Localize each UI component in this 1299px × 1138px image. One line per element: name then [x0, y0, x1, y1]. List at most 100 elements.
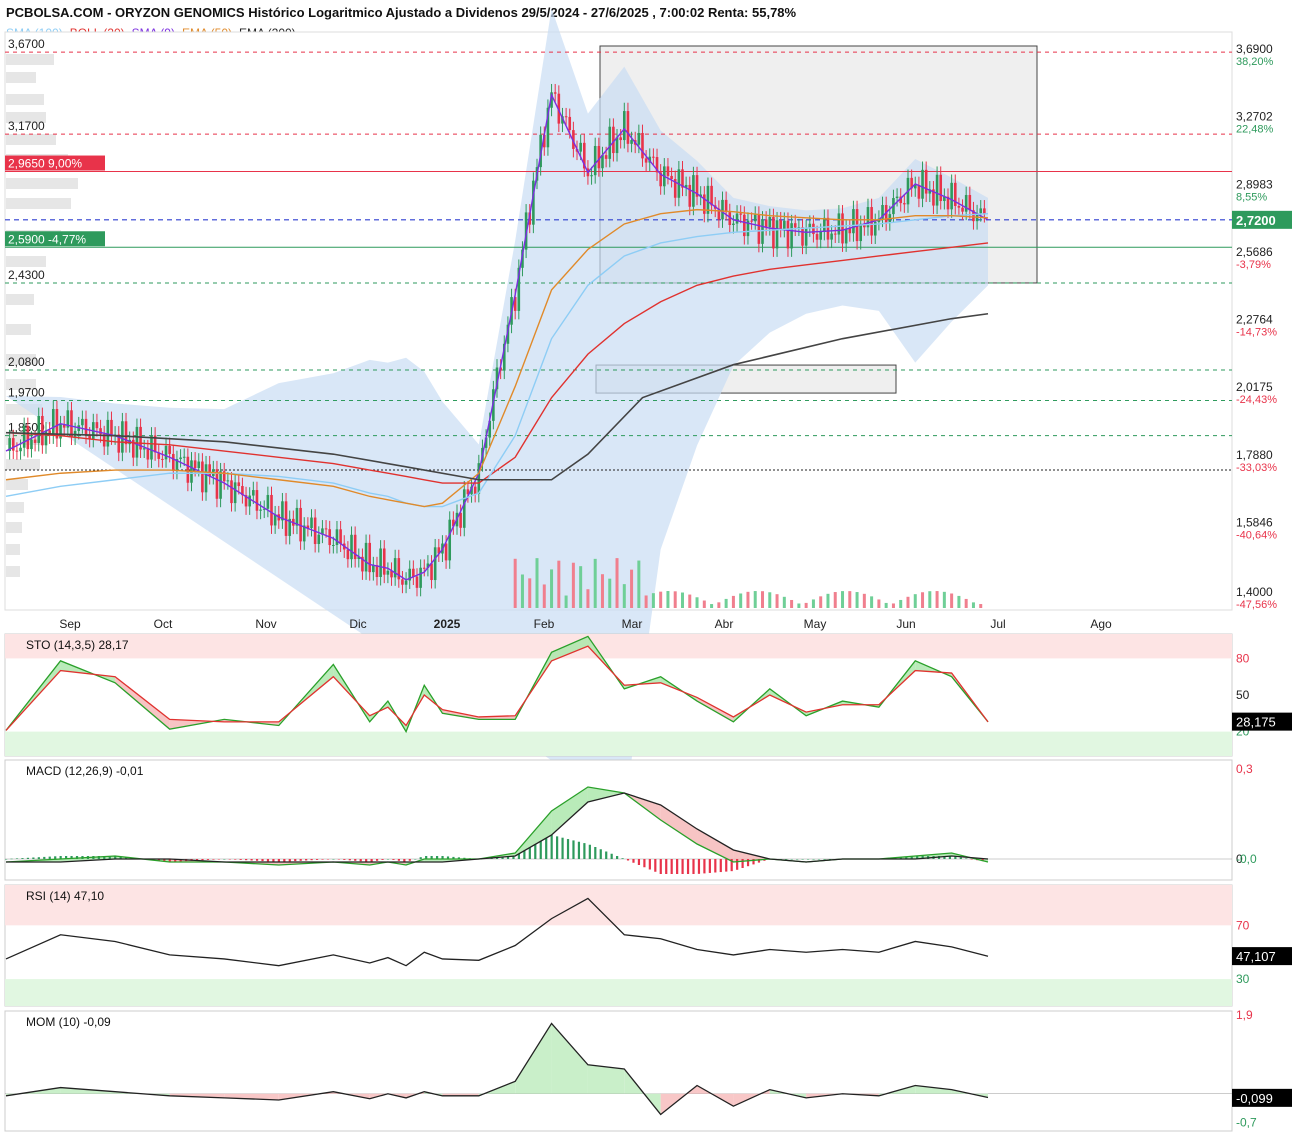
volume-bar-246: [899, 599, 903, 608]
macd-hist-855: [315, 859, 319, 860]
volume-bar-198: [724, 598, 728, 608]
price-axis-tick-0: 3,6900: [1236, 42, 1273, 56]
candle-body-92: [339, 529, 342, 544]
candle-body-211: [772, 217, 775, 249]
candle-body-6: [26, 425, 30, 450]
candle-body-44: [164, 445, 168, 460]
volume-bar-250: [913, 594, 917, 608]
macd-hist-900: [332, 859, 335, 860]
macd-hist-1485: [545, 838, 548, 859]
volume-profile-bar-2: [6, 94, 44, 105]
price-axis-tick-1: 3,2702: [1236, 110, 1273, 124]
macd-hist-1620: [594, 847, 597, 859]
candle-body-183: [670, 175, 673, 180]
candle-body-251: [917, 184, 921, 199]
macd-hist-1425: [523, 850, 526, 859]
candle-body-257: [939, 174, 943, 202]
candle-body-8: [33, 439, 37, 443]
volume-bar-256: [935, 591, 939, 608]
macd-hist-1515: [556, 836, 559, 859]
volume-bar-212: [775, 594, 779, 608]
price-axis-pct-7: -40,64%: [1236, 529, 1277, 541]
candle-body-95: [350, 534, 353, 560]
volume-bar-186: [680, 592, 684, 608]
volume-profile-bar-1: [6, 72, 36, 83]
macd-hist-615: [228, 859, 231, 860]
macd-hist-1470: [539, 841, 542, 859]
macd-hist-1650: [605, 851, 608, 859]
candle-body-112: [412, 568, 415, 577]
RSI-value-label: 47,107: [1236, 949, 1276, 964]
candle-body-25: [95, 422, 99, 429]
price-axis-tick-5: 2,0175: [1236, 380, 1273, 394]
macd-hist-15: [10, 858, 13, 860]
macd-hist-1035: [381, 859, 384, 860]
chart-canvas[interactable]: 3,6700 3,1700 2,9650 9,00% 2,5900 -4,77% 2,4…: [0, 0, 1299, 1138]
candle-body-166: [608, 126, 612, 159]
candle-body-61: [226, 480, 230, 482]
price-axis-pct-8: -47,56%: [1236, 599, 1277, 611]
candle-body-100: [368, 542, 372, 573]
macd-hist-1500: [550, 835, 553, 859]
candle-body-113: [415, 576, 419, 588]
volume-bar-210: [768, 592, 772, 608]
candle-body-235: [859, 223, 863, 242]
price-axis-tick-3: 2,5686: [1236, 245, 1273, 259]
macd-hist-555: [206, 859, 210, 860]
macd-hist-630: [234, 859, 237, 860]
candle-body-64: [237, 482, 241, 487]
candle-body-109: [401, 579, 404, 585]
macd-hist-105: [43, 856, 46, 859]
candle-body-68: [252, 490, 255, 496]
candle-body-198: [724, 199, 728, 213]
MOM-value-label: -0,099: [1236, 1091, 1273, 1106]
candle-body-233: [852, 209, 855, 234]
x-axis-label-1: Oct: [154, 617, 173, 631]
candle-body-231: [844, 228, 848, 244]
candle-body-115: [422, 567, 426, 569]
macd-hist-1680: [616, 856, 619, 859]
volume-bar-234: [855, 592, 859, 608]
candle-body-117: [430, 563, 433, 581]
candle-body-18: [70, 410, 73, 437]
price-axis-tick-8: 1,4000: [1236, 585, 1273, 599]
macd-hist-945: [348, 859, 351, 861]
volume-profile-bar-9: [6, 256, 46, 267]
candle-body-212: [775, 220, 779, 249]
volume-bar-202: [739, 593, 743, 608]
STO-value-label: 28,175: [1236, 715, 1276, 730]
candle-body-110: [404, 580, 408, 585]
candle-body-228: [833, 233, 837, 235]
volume-bar-162: [593, 558, 597, 608]
volume-bar-148: [542, 584, 546, 608]
candle-body-262: [957, 206, 961, 208]
macd-hist-60: [26, 857, 30, 859]
macd-hist-930: [343, 859, 346, 860]
volume-bar-184: [673, 591, 677, 608]
candle-body-69: [255, 490, 259, 511]
volume-bar-218: [797, 603, 801, 608]
candle-body-224: [819, 231, 822, 240]
candle-body-84: [310, 517, 313, 529]
candle-body-70: [259, 509, 262, 511]
volume-bar-238: [870, 596, 874, 608]
volume-bar-262: [957, 595, 961, 608]
candle-body-178: [652, 156, 655, 158]
candle-body-125: [459, 512, 462, 528]
volume-bar-204: [746, 591, 750, 608]
candle-body-91: [335, 529, 339, 545]
volume-bar-182: [666, 591, 670, 608]
level-label-3: 2,5900 -4,77%: [8, 232, 86, 246]
candle-body-174: [637, 132, 641, 145]
macd-hist-2250: [823, 859, 826, 860]
macd-hist-1140: [419, 857, 422, 859]
candle-body-219: [801, 227, 804, 246]
candle-body-88: [324, 528, 328, 530]
RSI-tick-0: 70: [1236, 918, 1250, 932]
macd-hist-45: [21, 858, 24, 859]
volume-bar-150: [550, 569, 554, 608]
volume-bar-264: [964, 598, 968, 608]
candle-body-203: [743, 214, 746, 237]
macd-hist-1785: [654, 859, 657, 872]
x-axis-label-10: Jul: [990, 617, 1005, 631]
